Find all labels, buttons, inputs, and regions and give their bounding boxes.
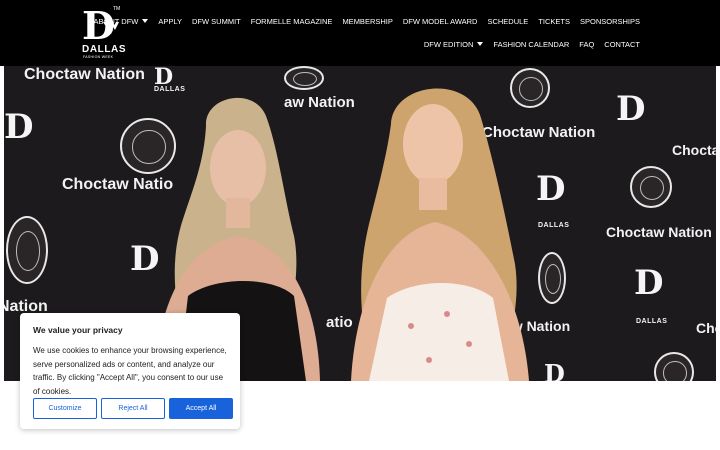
- nav-membership[interactable]: MEMBERSHIP: [342, 14, 392, 28]
- cookie-banner-title: We value your privacy: [33, 325, 123, 335]
- nav-sponsorships[interactable]: SPONSORSHIPS: [580, 14, 640, 28]
- nav-item-label: FORMELLE MAGAZINE: [250, 16, 333, 26]
- site-header: D TM DALLAS FASHION WEEK ABOUT DFW APPLY…: [0, 0, 720, 66]
- chevron-down-icon: [477, 42, 484, 46]
- backdrop-logo-name: DALLAS: [636, 318, 668, 325]
- nav-dfw-edition[interactable]: DFW EDITION: [424, 37, 484, 51]
- nav-item-label: DFW EDITION: [423, 39, 474, 49]
- nav-schedule[interactable]: SCHEDULE: [487, 14, 528, 28]
- backdrop-logo-letter: D: [616, 89, 646, 129]
- backdrop-logo-letter: D: [154, 66, 174, 90]
- reject-all-button[interactable]: Reject All: [101, 398, 165, 419]
- nav-formelle-magazine[interactable]: FORMELLE MAGAZINE: [251, 14, 333, 28]
- main-nav-row-2: DFW EDITION FASHION CALENDAR FAQ CONTACT: [424, 37, 640, 51]
- backdrop-sponsor-text: Choctaw Nation: [24, 66, 145, 83]
- nav-item-label: DFW MODEL AWARD: [402, 16, 478, 26]
- nav-item-label: APPLY: [158, 16, 182, 26]
- nav-item-label: ABOUT DFW: [93, 16, 139, 26]
- seal-icon: [538, 252, 566, 304]
- backdrop-logo-name: DALLAS: [538, 222, 570, 229]
- backdrop-logo-letter: D: [4, 107, 34, 147]
- cookie-banner-text: We use cookies to enhance your browsing …: [33, 346, 227, 396]
- nav-tickets[interactable]: TICKETS: [538, 14, 570, 28]
- nav-apply[interactable]: APPLY: [158, 14, 182, 28]
- backdrop-logo-letter: D: [544, 359, 565, 382]
- cookie-banner-actions: Customize Reject All Accept All: [33, 398, 233, 419]
- backdrop-sponsor-text: Choctaw Nation: [606, 224, 712, 240]
- nav-faq[interactable]: FAQ: [579, 37, 594, 51]
- backdrop-sponsor-text: Choctaw: [672, 142, 716, 158]
- nav-about-dfw[interactable]: ABOUT DFW: [94, 14, 149, 28]
- logo-trademark: TM: [113, 6, 121, 12]
- logo-name: DALLAS: [82, 44, 127, 55]
- chevron-down-icon: [142, 19, 149, 23]
- model-right: [351, 88, 529, 381]
- backdrop-logo-letter: D: [634, 263, 664, 303]
- backdrop-logo-letter: D: [536, 169, 566, 209]
- logo-tagline: FASHION WEEK: [83, 55, 114, 59]
- nav-dfw-summit[interactable]: DFW SUMMIT: [192, 14, 241, 28]
- nav-item-label: SCHEDULE: [487, 16, 529, 26]
- backdrop-sponsor-text: Chocta: [696, 320, 716, 336]
- customize-button[interactable]: Customize: [33, 398, 97, 419]
- seal-icon: [654, 352, 694, 381]
- accept-all-button[interactable]: Accept All: [169, 398, 233, 419]
- seal-icon: [630, 166, 672, 208]
- nav-item-label: DFW SUMMIT: [192, 16, 241, 26]
- main-nav-row-1: ABOUT DFW APPLY DFW SUMMIT FORMELLE MAGA…: [94, 14, 641, 28]
- nav-item-label: TICKETS: [538, 16, 570, 26]
- nav-fashion-calendar[interactable]: FASHION CALENDAR: [493, 37, 569, 51]
- nav-dfw-model-award[interactable]: DFW MODEL AWARD: [403, 14, 478, 28]
- nav-item-label: MEMBERSHIP: [342, 16, 393, 26]
- page: D TM DALLAS FASHION WEEK ABOUT DFW APPLY…: [0, 0, 720, 450]
- nav-item-label: CONTACT: [604, 39, 640, 49]
- nav-contact[interactable]: CONTACT: [604, 37, 640, 51]
- nav-item-label: FAQ: [579, 39, 595, 49]
- seal-icon: [6, 216, 48, 284]
- cookie-consent-banner: We value your privacy We use cookies to …: [20, 313, 240, 429]
- nav-item-label: SPONSORSHIPS: [579, 16, 640, 26]
- nav-item-label: FASHION CALENDAR: [493, 39, 570, 49]
